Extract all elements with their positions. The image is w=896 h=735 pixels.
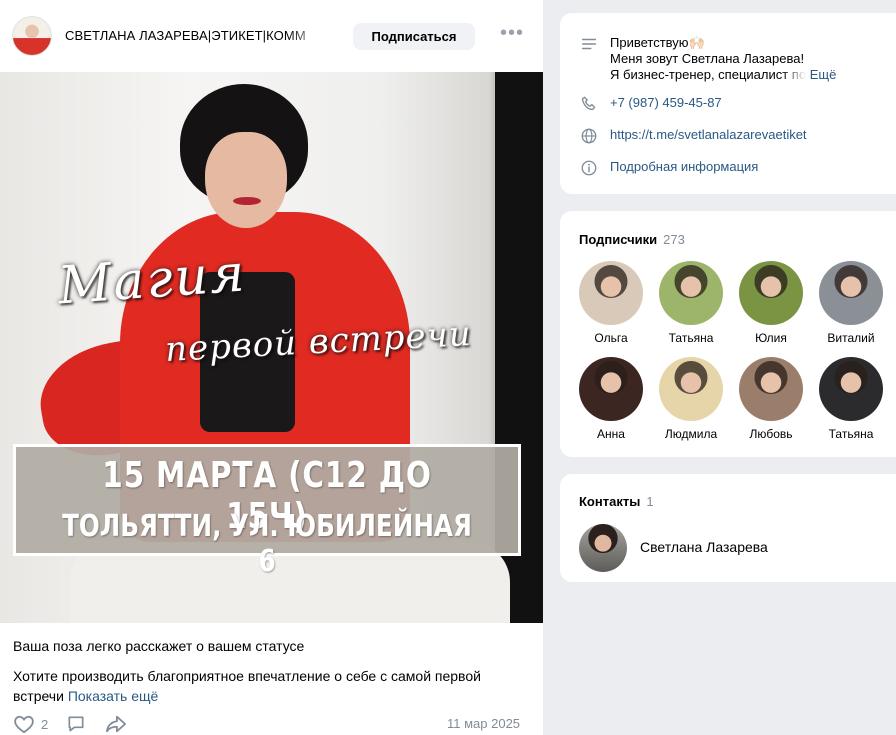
contact-name[interactable]: Светлана Лазарева xyxy=(640,539,768,555)
contacts-count: 1 xyxy=(646,494,654,509)
heart-icon xyxy=(14,715,34,734)
author-name[interactable]: СВЕТЛАНА ЛАЗАРЕВА|ЭТИКЕТ|КОММ xyxy=(65,28,327,43)
info-phone-row[interactable]: +7 (987) 459-45-87 xyxy=(580,95,722,113)
subscriber-avatar[interactable] xyxy=(739,261,803,325)
subscriber-name[interactable]: Людмила xyxy=(651,427,731,441)
info-icon xyxy=(581,160,597,176)
share-icon xyxy=(106,715,126,733)
subscribers-header[interactable]: Подписчики 273 xyxy=(579,232,685,247)
banner-address: ТОЛЬЯТТИ, УЛ. ЮБИЛЕЙНАЯ 6 xyxy=(62,509,472,579)
contact-avatar[interactable] xyxy=(579,524,627,572)
subscriber-avatar[interactable] xyxy=(659,357,723,421)
greeting-line-1: Приветствую🙌🏻 xyxy=(610,35,705,50)
subscriber-name[interactable]: Виталий xyxy=(811,331,891,345)
image-woman-lips xyxy=(233,197,261,205)
subscribe-button[interactable]: Подписаться xyxy=(353,23,475,50)
profile-info-card: Приветствую🙌🏻 Меня зовут Светлана Лазаре… xyxy=(560,13,896,194)
subscriber-avatar[interactable] xyxy=(819,261,883,325)
image-event-banner: 15 МАРТА (С12 ДО 15Ч) ТОЛЬЯТТИ, УЛ. ЮБИЛ… xyxy=(13,444,521,579)
subscriber-avatar[interactable] xyxy=(579,357,643,421)
info-description-row: Приветствую🙌🏻 Меня зовут Светлана Лазаре… xyxy=(580,35,836,83)
info-website-row[interactable]: https://t.me/svetlanalazarevaetiket xyxy=(580,127,807,145)
subscriber-item[interactable]: Ольга xyxy=(571,261,651,345)
image-woman-face xyxy=(205,132,287,228)
subscriber-name[interactable]: Татьяна xyxy=(811,427,891,441)
text-lines-icon xyxy=(581,38,597,50)
subscriber-item[interactable]: Людмила xyxy=(651,357,731,441)
share-button[interactable] xyxy=(105,714,127,734)
like-count: 2 xyxy=(41,716,49,732)
contacts-header[interactable]: Контакты 1 xyxy=(579,494,654,509)
info-more-link[interactable]: Ещё xyxy=(810,67,837,82)
more-options-icon[interactable]: ••• xyxy=(500,23,523,46)
contacts-title: Контакты xyxy=(579,494,641,509)
subscriber-item[interactable]: Татьяна xyxy=(811,357,891,441)
info-details-row[interactable]: Подробная информация xyxy=(580,159,758,177)
subscriber-item[interactable]: Виталий xyxy=(811,261,891,345)
post-header: СВЕТЛАНА ЛАЗАРЕВА|ЭТИКЕТ|КОММ Подписатьс… xyxy=(0,0,543,72)
subscriber-name[interactable]: Ольга xyxy=(571,331,651,345)
subscriber-name[interactable]: Юлия xyxy=(731,331,811,345)
subscriber-item[interactable]: Татьяна xyxy=(651,261,731,345)
subscribers-count: 273 xyxy=(663,232,685,247)
post-text-headline: Ваша поза легко расскажет о вашем статус… xyxy=(13,638,305,654)
subscriber-item[interactable]: Юлия xyxy=(731,261,811,345)
subscriber-name[interactable]: Анна xyxy=(571,427,651,441)
globe-icon xyxy=(581,128,597,144)
subscriber-name[interactable]: Татьяна xyxy=(651,331,731,345)
subscribers-card: Подписчики 273 Ольга Татьяна Юлия Виталий Анн… xyxy=(560,211,896,457)
subscribers-title: Подписчики xyxy=(579,232,658,247)
greeting-line-3: Я бизнес-тренер, специалист по xyxy=(610,67,807,82)
post-text-body: Хотите производить благоприятное впечатл… xyxy=(13,666,528,706)
greeting-line-2: Меня зовут Светлана Лазарева! xyxy=(610,51,805,66)
post-date[interactable]: 11 мар 2025 xyxy=(447,716,520,731)
subscriber-avatar[interactable] xyxy=(739,357,803,421)
details-link[interactable]: Подробная информация xyxy=(610,159,758,174)
phone-icon xyxy=(581,96,596,111)
subscriber-avatar[interactable] xyxy=(819,357,883,421)
comment-icon xyxy=(68,716,84,732)
subscriber-avatar[interactable] xyxy=(579,261,643,325)
comment-button[interactable] xyxy=(66,714,86,734)
post-card: СВЕТЛАНА ЛАЗАРЕВА|ЭТИКЕТ|КОММ Подписатьс… xyxy=(0,0,543,735)
like-button[interactable]: 2 xyxy=(13,714,48,734)
author-avatar[interactable] xyxy=(12,16,52,56)
subscriber-avatar[interactable] xyxy=(659,261,723,325)
subscriber-item[interactable]: Анна xyxy=(571,357,651,441)
phone-link[interactable]: +7 (987) 459-45-87 xyxy=(610,95,722,110)
show-more-link[interactable]: Показать ещё xyxy=(68,688,159,704)
contacts-card: Контакты 1 Светлана Лазарева xyxy=(560,474,896,582)
website-link[interactable]: https://t.me/svetlanalazarevaetiket xyxy=(610,127,807,142)
subscriber-name[interactable]: Любовь xyxy=(731,427,811,441)
subscriber-item[interactable]: Любовь xyxy=(731,357,811,441)
post-image[interactable]: Магия первой встречи 15 МАРТА (С12 ДО 15… xyxy=(0,72,543,623)
info-description: Приветствую🙌🏻 Меня зовут Светлана Лазаре… xyxy=(610,35,836,83)
